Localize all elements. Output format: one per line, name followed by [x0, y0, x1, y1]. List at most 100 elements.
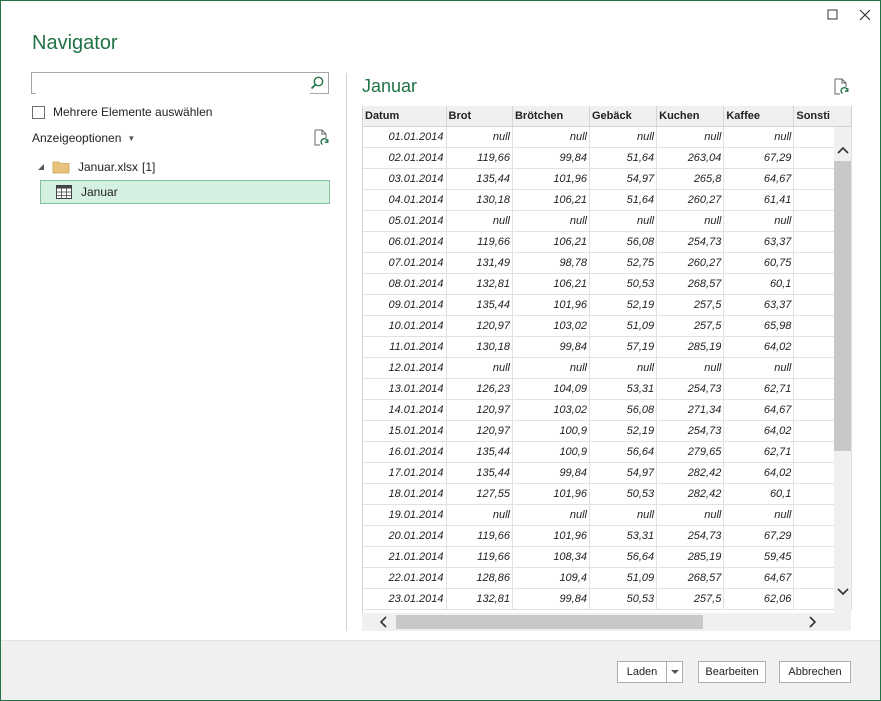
refresh-icon[interactable] — [312, 129, 330, 147]
column-header[interactable]: Brot — [446, 106, 513, 127]
vertical-scroll-thumb[interactable] — [834, 161, 851, 451]
navigator-dialog: Navigator Mehrere Elemente auswählen Anz… — [0, 0, 881, 701]
table-cell: 61,41 — [723, 189, 795, 211]
column-header[interactable]: Datum — [363, 106, 447, 127]
table-cell: 03.01.2014 — [363, 168, 447, 190]
table-cell: 52,19 — [589, 294, 658, 316]
table-row: 22.01.2014 128,86 109,4 51,09 268,57 64,67 — [363, 567, 852, 589]
tree-item-file[interactable]: Januar.xlsx [1] — [36, 160, 155, 174]
table-cell: 56,08 — [589, 399, 658, 421]
chevron-left-icon — [379, 616, 387, 628]
table-row: 10.01.2014 120,97 103,02 51,09 257,5 65,98 — [363, 315, 852, 337]
table-cell: 06.01.2014 — [363, 231, 447, 253]
horizontal-scrollbar[interactable] — [362, 613, 851, 631]
table-cell: 130,18 — [446, 336, 513, 358]
table-cell: 56,64 — [589, 546, 658, 568]
table-cell: 10.01.2014 — [363, 315, 447, 337]
table-cell: 106,21 — [512, 189, 590, 211]
table-cell: 126,23 — [446, 378, 513, 400]
edit-button[interactable]: Bearbeiten — [698, 661, 766, 683]
table-cell: null — [512, 126, 590, 148]
maximize-button[interactable] — [821, 5, 845, 25]
table-cell: null — [589, 504, 658, 526]
table-row: 03.01.2014 135,44 101,96 54,97 265,8 64,67 — [363, 168, 852, 190]
table-cell: null — [446, 357, 513, 379]
column-header[interactable]: Kuchen — [656, 106, 725, 127]
column-header[interactable]: Kaffee — [723, 106, 795, 127]
table-cell: 56,08 — [589, 231, 658, 253]
vertical-scrollbar[interactable] — [834, 127, 851, 613]
table-cell: 52,19 — [589, 420, 658, 442]
table-cell: 263,04 — [656, 147, 725, 169]
table-cell: 19.01.2014 — [363, 504, 447, 526]
chevron-down-icon: ▼ — [127, 133, 136, 143]
close-button[interactable] — [853, 5, 877, 25]
table-cell: 254,73 — [656, 378, 725, 400]
dialog-title: Navigator — [32, 32, 118, 54]
table-cell: 23.01.2014 — [363, 588, 447, 610]
table-cell: 101,96 — [512, 525, 590, 547]
scroll-down-button[interactable] — [834, 583, 851, 600]
load-button[interactable]: Laden — [617, 661, 667, 683]
table-cell: 02.01.2014 — [363, 147, 447, 169]
tree-item-label: Januar — [81, 185, 118, 199]
scroll-left-button[interactable] — [374, 613, 391, 631]
table-cell: null — [589, 210, 658, 232]
search-box[interactable] — [31, 72, 329, 94]
load-options-button[interactable] — [666, 661, 683, 683]
table-cell: 131,49 — [446, 252, 513, 274]
search-input[interactable] — [36, 74, 310, 94]
scroll-up-button[interactable] — [834, 141, 851, 158]
table-cell: 132,81 — [446, 273, 513, 295]
table-row: 20.01.2014 119,66 101,96 53,31 254,73 67,29 — [363, 525, 852, 547]
column-header[interactable]: Sonsti — [793, 106, 852, 127]
table-cell: 67,29 — [723, 525, 795, 547]
table-cell: 119,66 — [446, 147, 513, 169]
table-cell: null — [723, 126, 795, 148]
table-cell: 56,64 — [589, 441, 658, 463]
table-cell: 285,19 — [656, 546, 725, 568]
file-count-label: [1] — [142, 160, 156, 174]
multi-select-option[interactable]: Mehrere Elemente auswählen — [32, 105, 212, 119]
display-options-dropdown[interactable]: Anzeigeoptionen ▼ — [32, 131, 135, 145]
horizontal-scroll-thumb[interactable] — [396, 615, 703, 629]
collapse-arrow-icon[interactable] — [36, 162, 46, 172]
table-cell: 64,67 — [723, 399, 795, 421]
table-cell: 51,64 — [589, 147, 658, 169]
table-cell: 257,5 — [656, 588, 725, 610]
table-cell: 268,57 — [656, 273, 725, 295]
table-cell: 260,27 — [656, 189, 725, 211]
table-cell: 50,53 — [589, 483, 658, 505]
table-cell: 119,66 — [446, 546, 513, 568]
table-cell: 50,53 — [589, 588, 658, 610]
refresh-preview-icon[interactable] — [832, 78, 850, 96]
load-button-label: Laden — [626, 666, 658, 678]
table-row: 13.01.2014 126,23 104,09 53,31 254,73 62,71 — [363, 378, 852, 400]
table-cell: 62,71 — [723, 441, 795, 463]
search-icon[interactable] — [309, 75, 325, 91]
table-row: 12.01.2014 null null null null null — [363, 357, 852, 379]
table-cell: 09.01.2014 — [363, 294, 447, 316]
table-cell: 50,53 — [589, 273, 658, 295]
scroll-right-button[interactable] — [804, 613, 821, 631]
dialog-footer: Laden Bearbeiten Abbrechen — [1, 640, 880, 700]
table-row: 06.01.2014 119,66 106,21 56,08 254,73 63,37 — [363, 231, 852, 253]
table-cell: 101,96 — [512, 168, 590, 190]
preview-grid[interactable]: Datum Brot Brötchen Gebäck Kuchen Kaffee Sonst… — [362, 106, 852, 613]
table-cell: null — [446, 126, 513, 148]
folder-icon — [52, 161, 70, 174]
table-cell: 104,09 — [512, 378, 590, 400]
column-header[interactable]: Brötchen — [512, 106, 590, 127]
cancel-button[interactable]: Abbrechen — [779, 661, 851, 683]
table-cell: 100,9 — [512, 441, 590, 463]
column-header[interactable]: Gebäck — [589, 106, 658, 127]
multi-select-checkbox[interactable] — [32, 105, 45, 119]
table-cell: 260,27 — [656, 252, 725, 274]
table-cell: 53,31 — [589, 378, 658, 400]
table-cell: 59,45 — [723, 546, 795, 568]
table-cell: 12.01.2014 — [363, 357, 447, 379]
table-icon — [56, 185, 72, 199]
table-cell: null — [723, 504, 795, 526]
table-cell: null — [656, 357, 725, 379]
tree-item-januar[interactable]: Januar — [40, 180, 330, 204]
